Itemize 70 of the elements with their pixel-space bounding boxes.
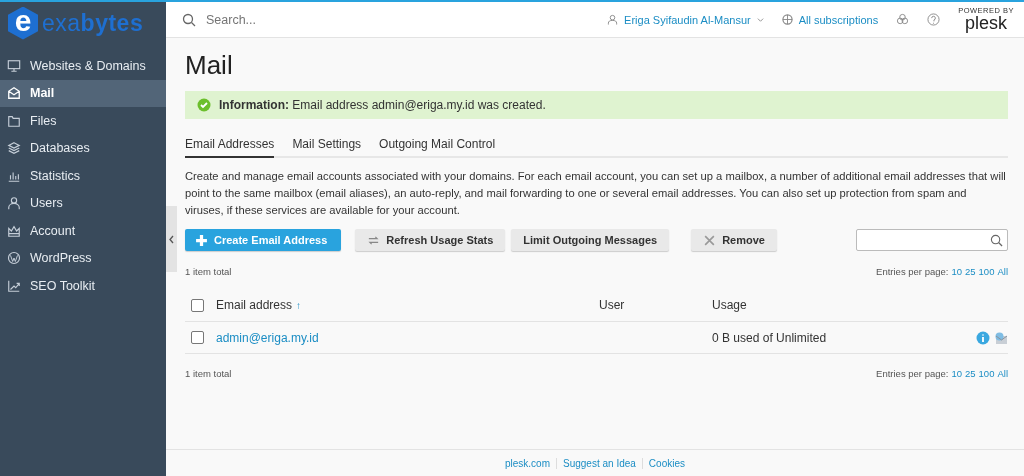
sidebar-item[interactable]: Databases <box>0 134 166 162</box>
monitor-icon <box>7 58 21 73</box>
sidebar-item[interactable]: Files <box>0 107 166 135</box>
row-checkbox[interactable] <box>191 331 204 344</box>
sidebar-item[interactable]: Account <box>0 217 166 245</box>
search-icon <box>990 233 1003 247</box>
item-count: 1 item total <box>185 368 232 379</box>
entries-label: Entries per page: <box>876 266 949 277</box>
user-menu[interactable]: Eriga Syifaudin Al-Mansur <box>607 13 764 26</box>
page-size-link[interactable]: All <box>997 368 1008 379</box>
logo-text: exabytes <box>42 9 144 37</box>
toolbar-button[interactable]: Refresh Usage Stats <box>355 229 506 251</box>
toolbar-button[interactable]: Remove <box>691 229 777 251</box>
envelope-icon[interactable] <box>994 330 1008 345</box>
collapse-handle[interactable] <box>166 206 177 272</box>
user-icon <box>607 14 619 25</box>
usage-text: 0 B used of Unlimited <box>712 330 827 345</box>
list-search-field[interactable] <box>856 229 1008 251</box>
tab[interactable]: Email Addresses <box>185 133 275 158</box>
sidebar-item[interactable]: Websites & Domains <box>0 52 166 80</box>
select-all-checkbox[interactable] <box>191 298 204 312</box>
layers-icon <box>7 141 21 156</box>
user-icon <box>7 196 21 211</box>
page-size-link[interactable]: 100 <box>978 266 995 277</box>
subscriptions-link[interactable]: All subscriptions <box>781 13 879 26</box>
plus-icon <box>195 233 208 247</box>
page-size-link[interactable]: 10 <box>951 266 962 277</box>
footer-link[interactable]: plesk.com <box>499 457 556 469</box>
page-size-link[interactable]: 100 <box>978 368 995 379</box>
page-size-link[interactable]: 25 <box>965 266 976 277</box>
column-header[interactable]: Email address <box>216 298 293 312</box>
tab[interactable]: Mail Settings <box>292 133 362 158</box>
sidebar-item[interactable]: Statistics <box>0 162 166 190</box>
check-circle-icon <box>197 98 211 112</box>
sidebar-item[interactable]: Mail <box>0 79 166 107</box>
column-header: User <box>599 298 625 312</box>
search-field[interactable]: Search... <box>204 11 408 28</box>
crown-icon <box>7 223 21 238</box>
footer-link[interactable]: Cookies <box>641 457 691 469</box>
page-size-link[interactable]: All <box>997 266 1008 277</box>
help-icon[interactable] <box>927 13 941 26</box>
sidebar-item[interactable]: WordPress <box>0 244 166 272</box>
item-count: 1 item total <box>185 266 232 277</box>
folder-icon <box>7 113 21 128</box>
description-text: Create and manage email accounts associated with your domains. For each email account, you can set up a mailbox, a number of additional email addresses that will point to the same mailbox (email aliases), an auto-reply, and mail forwarding to one or several email addresses. You can also set up protection from spam and viruses, if these services are available for your account. <box>185 169 1007 218</box>
mail-icon <box>7 86 21 101</box>
tab[interactable]: Outgoing Mail Control <box>379 133 496 158</box>
chevron-left-icon <box>168 234 175 244</box>
logo-mark: e <box>8 6 38 40</box>
globe-icon <box>781 14 793 25</box>
footer-link[interactable]: Suggest an Idea <box>556 457 642 469</box>
info-icon[interactable] <box>976 330 990 345</box>
plesk-logo: plesk <box>965 14 1008 33</box>
seo-icon <box>7 278 21 293</box>
search-icon <box>182 12 196 27</box>
email-link[interactable]: admin@eriga.my.id <box>216 330 319 345</box>
column-header: Usage <box>712 298 747 312</box>
close-icon <box>703 233 717 247</box>
sidebar-item[interactable]: Users <box>0 189 166 217</box>
caret-icon <box>756 16 764 23</box>
toolbar-button[interactable]: Limit Outgoing Messages <box>511 229 670 251</box>
entries-label: Entries per page: <box>876 368 949 379</box>
page-size-link[interactable]: 10 <box>951 368 962 379</box>
sort-arrow: ↑ <box>296 299 302 311</box>
flower-icon[interactable] <box>896 13 910 26</box>
sidebar-item[interactable]: SEO Toolkit <box>0 272 166 300</box>
page-size-link[interactable]: 25 <box>965 368 976 379</box>
page-title: Mail <box>185 50 234 81</box>
message-text: Information: Email address admin@eriga.my.id was created. <box>219 98 546 112</box>
wordpress-icon <box>7 251 21 266</box>
